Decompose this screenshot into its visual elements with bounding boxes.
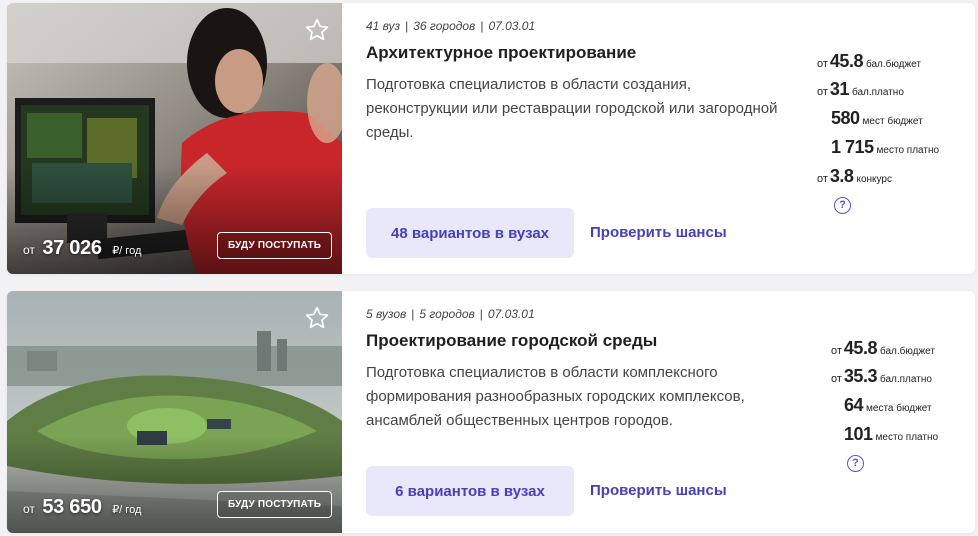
check-chances-link[interactable]: Проверить шансы bbox=[590, 224, 727, 241]
program-title[interactable]: Проектирование городской среды bbox=[366, 331, 657, 351]
program-photo[interactable]: от 37 026 ₽/ год БУДУ ПОСТУПАТЬ bbox=[7, 3, 342, 274]
price-prefix: от bbox=[23, 502, 35, 516]
stat-value: 3.8 bbox=[829, 166, 854, 186]
stat-paid-places: 101 место платно bbox=[844, 424, 938, 445]
stat-budget-places: 64 места бюджет bbox=[844, 395, 932, 416]
variants-button[interactable]: 48 вариантов в вузах bbox=[366, 208, 574, 258]
stat-label: место платно bbox=[875, 432, 939, 443]
stat-budget-score: от 45.8 бал.бюджет bbox=[831, 338, 935, 359]
variants-button[interactable]: 6 вариантов в вузах bbox=[366, 466, 574, 516]
stat-paid-places: 1 715 место платно bbox=[831, 137, 939, 158]
cities-count: 5 городов bbox=[419, 307, 475, 321]
stat-prefix: от bbox=[831, 373, 842, 385]
check-chances-link[interactable]: Проверить шансы bbox=[590, 482, 727, 499]
universities-count: 41 вуз bbox=[366, 19, 401, 33]
enroll-button[interactable]: БУДУ ПОСТУПАТЬ bbox=[217, 232, 333, 259]
question-circle-icon[interactable]: ? bbox=[847, 455, 864, 472]
stat-competition: от 3.8 конкурс bbox=[817, 166, 892, 187]
price-unit: ₽/ год bbox=[112, 504, 142, 516]
stat-value: 580 bbox=[831, 108, 860, 128]
program-meta: 41 вуз | 36 городов | 07.03.01 bbox=[366, 19, 535, 33]
program-title[interactable]: Архитектурное проектирование bbox=[366, 43, 636, 63]
stat-budget-places: 580 мест бюджет bbox=[831, 108, 923, 129]
program-card: от 37 026 ₽/ год БУДУ ПОСТУПАТЬ 41 вуз | 3… bbox=[7, 3, 975, 274]
stat-label: бал.бюджет bbox=[865, 59, 921, 70]
program-card: от 53 650 ₽/ год БУДУ ПОСТУПАТЬ 5 вузов |… bbox=[7, 291, 975, 533]
stat-prefix: от bbox=[817, 58, 828, 70]
question-circle-icon[interactable]: ? bbox=[834, 197, 851, 214]
enroll-button[interactable]: БУДУ ПОСТУПАТЬ bbox=[217, 491, 333, 518]
stat-label: бал.бюджет bbox=[879, 346, 935, 357]
stat-value: 101 bbox=[844, 424, 873, 444]
meta-separator: | bbox=[411, 307, 415, 321]
favorite-star-icon[interactable] bbox=[304, 17, 330, 43]
stat-label: мест бюджет bbox=[862, 116, 923, 127]
cities-count: 36 городов bbox=[413, 19, 476, 33]
program-description: Подготовка специалистов в области создан… bbox=[366, 76, 778, 141]
stat-label: места бюджет bbox=[866, 403, 932, 414]
stat-value: 45.8 bbox=[843, 338, 878, 358]
program-description: Подготовка специалистов в области компле… bbox=[366, 364, 745, 429]
price-unit: ₽/ год bbox=[112, 245, 142, 257]
stat-label: бал.платно bbox=[851, 87, 904, 98]
stat-paid-score: от 31 бал.платно bbox=[817, 79, 904, 100]
meta-separator: | bbox=[480, 19, 484, 33]
price-value: 37 026 bbox=[42, 237, 102, 259]
stat-label: конкурс bbox=[856, 174, 892, 185]
universities-count: 5 вузов bbox=[366, 307, 407, 321]
program-code: 07.03.01 bbox=[487, 307, 535, 321]
stat-value: 64 bbox=[844, 395, 864, 415]
program-code: 07.03.01 bbox=[488, 19, 536, 33]
favorite-star-icon[interactable] bbox=[304, 305, 330, 331]
meta-separator: | bbox=[479, 307, 483, 321]
stat-value: 35.3 bbox=[843, 366, 878, 386]
stat-prefix: от bbox=[831, 345, 842, 357]
stat-prefix: от bbox=[817, 86, 828, 98]
price-prefix: от bbox=[23, 243, 35, 257]
price: от 53 650 ₽/ год bbox=[23, 496, 141, 519]
program-photo[interactable]: от 53 650 ₽/ год БУДУ ПОСТУПАТЬ bbox=[7, 291, 342, 533]
stat-prefix: от bbox=[817, 173, 828, 185]
stat-label: место платно bbox=[876, 145, 940, 156]
meta-separator: | bbox=[405, 19, 409, 33]
stat-value: 31 bbox=[829, 79, 850, 99]
price-value: 53 650 bbox=[42, 496, 102, 518]
stat-value: 45.8 bbox=[829, 51, 864, 71]
stat-value: 1 715 bbox=[831, 137, 874, 157]
stat-label: бал.платно bbox=[879, 374, 932, 385]
program-meta: 5 вузов | 5 городов | 07.03.01 bbox=[366, 307, 535, 321]
stat-budget-score: от 45.8 бал.бюджет bbox=[817, 51, 921, 72]
price: от 37 026 ₽/ год bbox=[23, 237, 141, 260]
stat-paid-score: от 35.3 бал.платно bbox=[831, 366, 932, 387]
